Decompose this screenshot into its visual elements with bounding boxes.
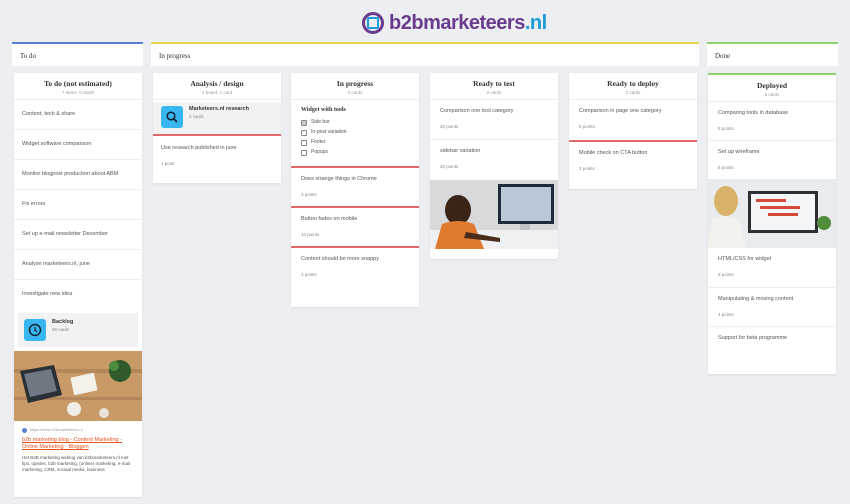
board-card-backlog[interactable]: Backlog 25 cards bbox=[18, 313, 138, 347]
card-points: 8 points bbox=[579, 124, 595, 129]
column-count: 4 cards bbox=[347, 90, 363, 95]
column-todo: To do (not estimated) 7 items, 0 cards C… bbox=[14, 73, 142, 497]
column-ready-to-deploy: Ready to deploy 2 cards Comparison in pa… bbox=[569, 73, 697, 189]
task-card[interactable]: Button fades on mobile 10 points bbox=[291, 208, 419, 248]
board-count: 2 cards bbox=[189, 114, 204, 119]
board-count: 25 cards bbox=[52, 327, 70, 332]
task-card[interactable]: Comparison one tool category 20 points bbox=[430, 100, 558, 140]
task-card[interactable]: Investigate new idea bbox=[14, 280, 142, 309]
card-points: 4 points bbox=[718, 312, 734, 317]
column-header: To do (not estimated) 7 items, 0 cards bbox=[14, 73, 142, 100]
column-title: Deployed bbox=[757, 81, 787, 90]
task-card[interactable]: sidebar variation 20 points bbox=[430, 140, 558, 180]
column-in-progress: In progress 4 cards Widget with tools Si… bbox=[291, 73, 419, 307]
column-count: 2 cards bbox=[486, 90, 502, 95]
task-card[interactable]: Manipulating & moving content 4 points bbox=[708, 288, 836, 327]
column-count: 5 cards bbox=[764, 92, 780, 97]
task-card[interactable]: Analyse marketeers.nl, june bbox=[14, 250, 142, 280]
column-count: 1 board, 1 card bbox=[201, 90, 233, 95]
task-card[interactable]: Content should be more snappy 2 points bbox=[291, 248, 419, 286]
column-header: Analysis / design 1 board, 1 card bbox=[153, 73, 281, 100]
column-header: Ready to test 2 cards bbox=[430, 73, 558, 100]
column-count: 2 cards bbox=[625, 90, 641, 95]
task-card[interactable]: Widget software comparison bbox=[14, 130, 142, 160]
card-points: 10 points bbox=[301, 232, 320, 237]
task-card[interactable]: Set up e-mail newsletter December bbox=[14, 220, 142, 250]
brand-logo[interactable]: b2bmarketeers.nl bbox=[362, 9, 547, 37]
card-points: 5 points bbox=[718, 126, 734, 131]
board-title: Backlog bbox=[52, 319, 74, 325]
group-done[interactable]: Done bbox=[707, 42, 838, 66]
column-title: To do (not estimated) bbox=[44, 79, 112, 88]
card-points: 8 points bbox=[718, 165, 734, 170]
column-ready-to-test: Ready to test 2 cards Comparison one too… bbox=[430, 73, 558, 259]
checklist-title: Widget with tools bbox=[301, 107, 346, 113]
column-deployed: Deployed 5 cards Comparing tools in data… bbox=[708, 73, 836, 374]
task-card[interactable]: Support for beta programme bbox=[708, 327, 836, 355]
card-points: 2 points bbox=[301, 272, 317, 277]
task-card[interactable]: Comparison in page one category 8 points bbox=[569, 100, 697, 142]
column-title: In progress bbox=[336, 79, 374, 88]
task-card[interactable]: Use research published in june 1 point bbox=[153, 136, 281, 176]
checklist-card[interactable]: Widget with tools Side bar In-post varia… bbox=[291, 100, 419, 168]
person-at-computer-photo bbox=[430, 180, 558, 249]
checkbox[interactable] bbox=[301, 119, 307, 126]
card-points: 3 points bbox=[301, 192, 317, 197]
link-preview[interactable]: https://www.b2bmarketeers.nl b2b marketi… bbox=[14, 421, 142, 479]
link-title[interactable]: b2b marketing blog - Content Marketing -… bbox=[22, 437, 134, 451]
checkbox[interactable] bbox=[301, 139, 307, 146]
column-title: Ready to test bbox=[473, 79, 515, 88]
task-card[interactable]: Set up wireframe 8 points bbox=[708, 141, 836, 179]
logo-text: b2bmarketeers.nl bbox=[389, 11, 547, 34]
card-points: 20 points bbox=[440, 124, 459, 129]
card-points: 8 points bbox=[718, 272, 734, 277]
desk-laptop-photo bbox=[14, 351, 142, 421]
group-in-progress[interactable]: In progress bbox=[151, 42, 699, 66]
clock-icon bbox=[24, 319, 46, 341]
link-description: Het B2B marketing weblog van b2bmarketee… bbox=[22, 455, 131, 472]
search-icon bbox=[161, 106, 183, 128]
card-points: 3 points bbox=[579, 166, 595, 171]
column-analysis-design: Analysis / design 1 board, 1 card Market… bbox=[153, 73, 281, 183]
column-count: 7 items, 0 cards bbox=[62, 90, 94, 95]
column-header: Ready to deploy 2 cards bbox=[569, 73, 697, 100]
card-points: 1 point bbox=[161, 161, 175, 166]
board-card-research[interactable]: Marketeers.nl research 2 cards bbox=[153, 102, 281, 134]
group-todo[interactable]: To do bbox=[12, 42, 143, 66]
column-header: Deployed 5 cards bbox=[708, 75, 836, 102]
checklist-item[interactable]: Footer bbox=[301, 139, 409, 146]
task-card[interactable]: Comparing tools in database 5 points bbox=[708, 102, 836, 141]
column-header: In progress 4 cards bbox=[291, 73, 419, 100]
checklist-item[interactable]: In-post variation bbox=[301, 129, 409, 136]
board-title: Marketeers.nl research bbox=[189, 106, 249, 112]
checklist-item[interactable]: Popups bbox=[301, 149, 409, 156]
task-card[interactable]: Fix errors bbox=[14, 190, 142, 220]
task-card[interactable]: Does strange things in Chrome 3 points bbox=[291, 168, 419, 208]
checkbox[interactable] bbox=[301, 129, 307, 136]
link-url: https://www.b2bmarketeers.nl bbox=[22, 427, 134, 433]
woman-at-laptop-photo bbox=[708, 179, 836, 248]
column-title: Analysis / design bbox=[190, 79, 244, 88]
column-title: Ready to deploy bbox=[607, 79, 659, 88]
task-card[interactable]: Content, tech & share bbox=[14, 100, 142, 130]
checklist-item[interactable]: Side bar bbox=[301, 119, 409, 126]
task-card[interactable]: Mobile check on CTA button 3 points bbox=[569, 142, 697, 180]
task-card[interactable]: Monitor blogpost production about ABM bbox=[14, 160, 142, 190]
checkbox[interactable] bbox=[301, 149, 307, 156]
logo-mark-icon bbox=[362, 12, 384, 34]
card-points: 20 points bbox=[440, 164, 459, 169]
task-card[interactable]: HTML/CSS for widget 8 points bbox=[708, 248, 836, 288]
